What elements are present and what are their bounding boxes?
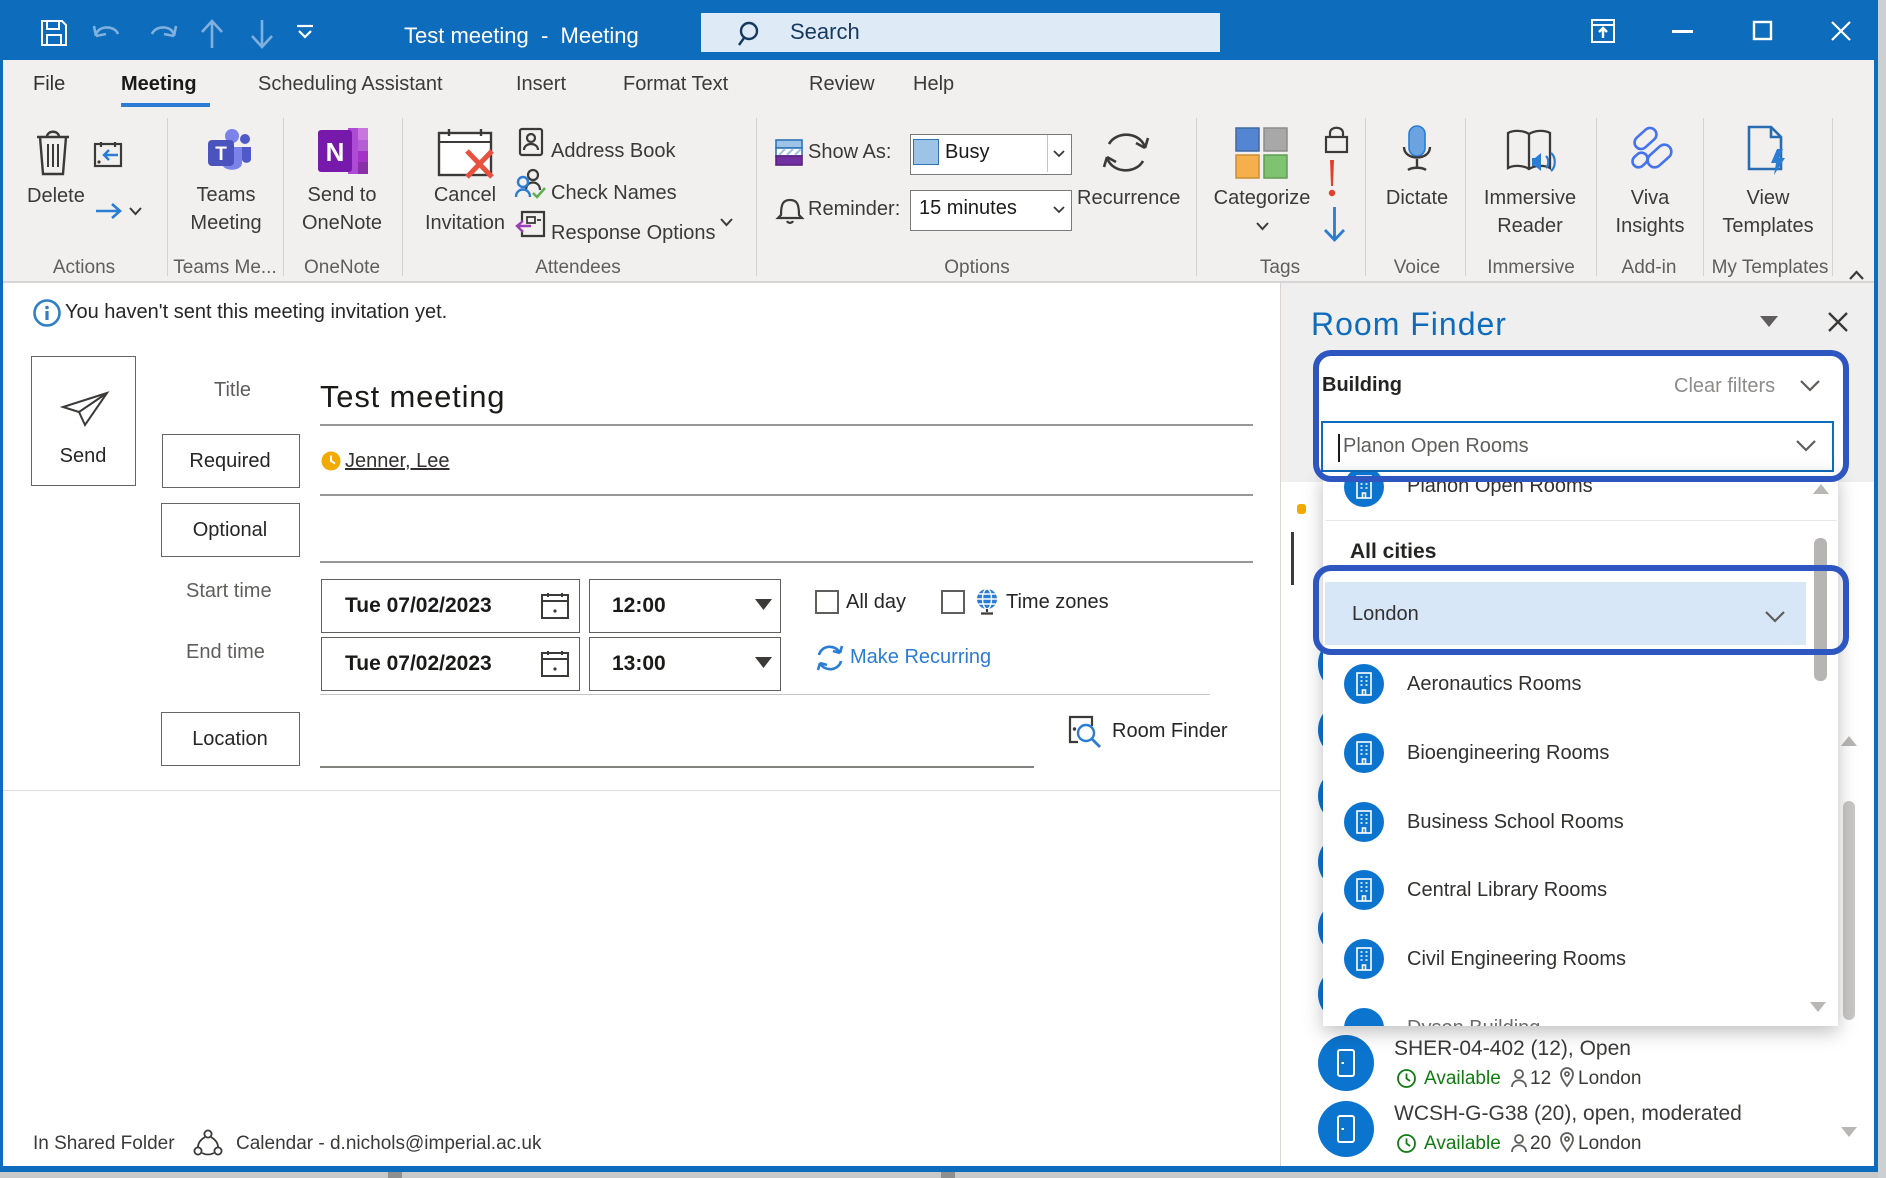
svg-text:T: T bbox=[215, 144, 227, 165]
svg-text:N: N bbox=[326, 137, 345, 167]
